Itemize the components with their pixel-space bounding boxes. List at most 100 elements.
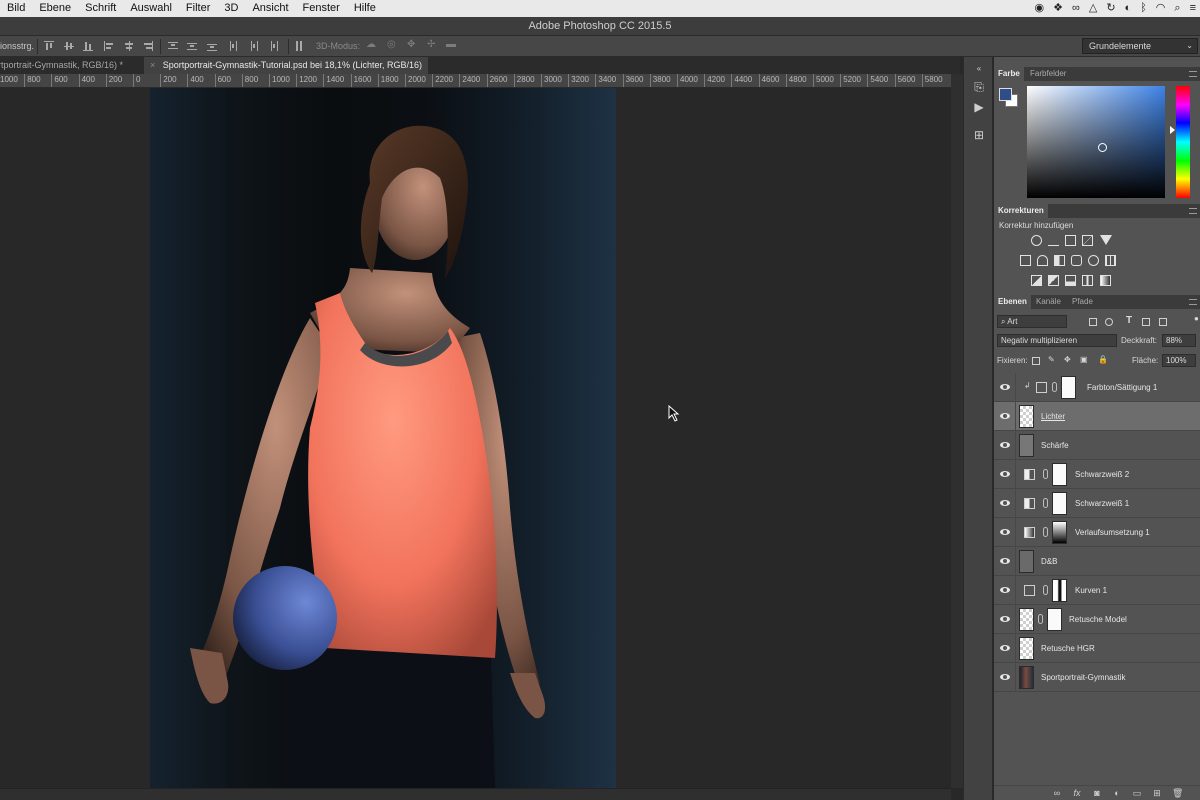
collapse-arrows-icon[interactable]: « — [971, 61, 987, 77]
photo-filter-icon[interactable] — [1071, 255, 1082, 266]
link-chain-icon[interactable] — [1043, 469, 1048, 479]
menu-ansicht[interactable]: Ansicht — [245, 0, 295, 17]
layer-row[interactable]: Schwarzweiß 2 — [994, 460, 1200, 489]
document-photo[interactable] — [150, 88, 616, 788]
visibility-eye-icon[interactable] — [1000, 499, 1010, 507]
vertical-scrollbar[interactable] — [951, 74, 963, 788]
panel-menu-icon[interactable] — [1189, 208, 1197, 214]
link-chain-icon[interactable] — [1043, 585, 1048, 595]
selective-color-icon[interactable] — [1082, 275, 1093, 286]
layer-row[interactable]: Retusche Model — [994, 605, 1200, 634]
align-hcenter-icon[interactable] — [124, 41, 134, 51]
link-chain-icon[interactable] — [1043, 498, 1048, 508]
3d-scale-icon[interactable]: ▬ — [446, 39, 456, 50]
layer-row[interactable]: Verlaufsumsetzung 1 — [994, 518, 1200, 547]
align-bottom-icon[interactable] — [83, 41, 93, 51]
add-mask-icon[interactable]: ◙ — [1092, 788, 1102, 798]
vibrance-icon[interactable] — [1100, 235, 1112, 245]
hue-slider[interactable] — [1176, 86, 1190, 198]
visibility-eye-icon[interactable] — [1000, 528, 1010, 536]
filter-smartobject-icon[interactable] — [1159, 318, 1167, 326]
drive-icon[interactable]: △ — [1089, 0, 1097, 17]
filter-shape-icon[interactable] — [1142, 318, 1150, 326]
layer-row[interactable]: Schärfe — [994, 431, 1200, 460]
color-lookup-icon[interactable] — [1105, 255, 1116, 266]
foreground-color-swatch[interactable] — [999, 88, 1012, 101]
horizontal-scrollbar[interactable] — [0, 788, 951, 800]
link-chain-icon[interactable] — [1043, 527, 1048, 537]
distribute-top-icon[interactable] — [168, 41, 178, 51]
properties-icon[interactable]: ⊞ — [971, 127, 987, 143]
record-icon[interactable]: ◉ — [1035, 0, 1045, 17]
3d-roll-icon[interactable]: ◎ — [387, 39, 397, 50]
layer-row-selected[interactable]: Lichter — [994, 402, 1200, 431]
search-icon[interactable]: ⌕ — [1174, 0, 1180, 17]
curves-icon[interactable] — [1065, 235, 1076, 246]
wifi-icon[interactable]: ◠ — [1156, 0, 1166, 17]
history-icon[interactable]: ⎘ — [971, 79, 987, 95]
creative-cloud-icon[interactable]: ∞ — [1072, 0, 1080, 17]
color-picker-ring[interactable] — [1098, 143, 1107, 152]
distribute-bottom-icon[interactable] — [207, 41, 217, 51]
menu-schrift[interactable]: Schrift — [78, 0, 123, 17]
filter-pixel-icon[interactable] — [1089, 318, 1097, 326]
3d-slide-icon[interactable]: ✢ — [427, 39, 437, 50]
list-icon[interactable]: ≡ — [1190, 0, 1196, 17]
invert-icon[interactable] — [1031, 275, 1042, 286]
layer-filter-select[interactable]: ⌕ Art — [997, 315, 1067, 328]
visibility-eye-icon[interactable] — [1000, 615, 1010, 623]
fill-input[interactable]: 100% — [1162, 354, 1196, 367]
align-right-icon[interactable] — [143, 41, 153, 51]
distribute-vcenter-icon[interactable] — [187, 41, 197, 51]
visibility-eye-icon[interactable] — [1000, 644, 1010, 652]
bluetooth-icon[interactable]: ᛒ — [1140, 0, 1147, 17]
link-chain-icon[interactable] — [1052, 382, 1057, 392]
filter-adjustment-icon[interactable] — [1105, 318, 1113, 326]
layer-thumbnail[interactable] — [1019, 637, 1034, 660]
menu-filter[interactable]: Filter — [179, 0, 217, 17]
tab-sportportrait-gymnastik[interactable]: rtportrait-Gymnastik, RGB/16) * — [0, 57, 129, 74]
tab-farbe[interactable]: Farbe — [994, 67, 1024, 81]
blend-mode-select[interactable]: Negativ multiplizieren — [997, 334, 1117, 347]
horizontal-ruler[interactable]: 1000 800 600 400 200 0 200 400 600 800 1000 1200 140… — [0, 74, 951, 88]
menu-bild[interactable]: Bild — [0, 0, 32, 17]
filter-type-icon[interactable]: T — [1126, 315, 1132, 326]
align-left-icon[interactable] — [104, 41, 114, 51]
link-layers-icon[interactable]: ∞ — [1052, 788, 1062, 798]
layer-mask-thumbnail[interactable] — [1052, 521, 1067, 544]
lock-artboard-icon[interactable]: ▣ — [1080, 355, 1088, 364]
layer-thumbnail[interactable] — [1019, 434, 1034, 457]
layer-mask-thumbnail[interactable] — [1047, 608, 1062, 631]
layer-thumbnail[interactable] — [1019, 666, 1034, 689]
lock-transparency-icon[interactable] — [1032, 357, 1040, 365]
menu-3d[interactable]: 3D — [217, 0, 245, 17]
new-group-icon[interactable]: ▭ — [1132, 788, 1142, 798]
levels-icon[interactable] — [1048, 235, 1059, 246]
visibility-eye-icon[interactable] — [1000, 383, 1010, 391]
tab-kanaele[interactable]: Kanäle — [1032, 295, 1065, 309]
panel-menu-icon[interactable] — [1189, 299, 1197, 305]
threshold-icon[interactable] — [1065, 275, 1076, 286]
dropbox-icon[interactable]: ❖ — [1053, 0, 1063, 17]
actions-play-icon[interactable]: ▶ — [971, 99, 987, 115]
layer-row[interactable]: Kurven 1 — [994, 576, 1200, 605]
color-field[interactable] — [1027, 86, 1165, 198]
lock-paint-icon[interactable]: ✎ — [1048, 355, 1055, 364]
sync-icon[interactable]: ↻ — [1106, 0, 1115, 17]
menu-fenster[interactable]: Fenster — [296, 0, 347, 17]
visibility-eye-icon[interactable] — [1000, 673, 1010, 681]
layer-mask-thumbnail[interactable] — [1061, 376, 1076, 399]
fx-icon[interactable]: fx — [1072, 788, 1082, 798]
visibility-eye-icon[interactable] — [1000, 470, 1010, 478]
filter-toggle-icon[interactable]: ● — [1194, 314, 1199, 323]
menu-auswahl[interactable]: Auswahl — [123, 0, 179, 17]
layer-row[interactable]: Schwarzweiß 1 — [994, 489, 1200, 518]
layer-row[interactable]: D&B — [994, 547, 1200, 576]
layer-thumbnail[interactable] — [1019, 550, 1034, 573]
channel-mixer-icon[interactable] — [1088, 255, 1099, 266]
opacity-input[interactable]: 88% — [1162, 334, 1196, 347]
distribute-hcenter-icon[interactable] — [249, 41, 259, 51]
brightness-contrast-icon[interactable] — [1031, 235, 1042, 246]
visibility-eye-icon[interactable] — [1000, 441, 1010, 449]
tab-farbfelder[interactable]: Farbfelder — [1026, 67, 1070, 81]
